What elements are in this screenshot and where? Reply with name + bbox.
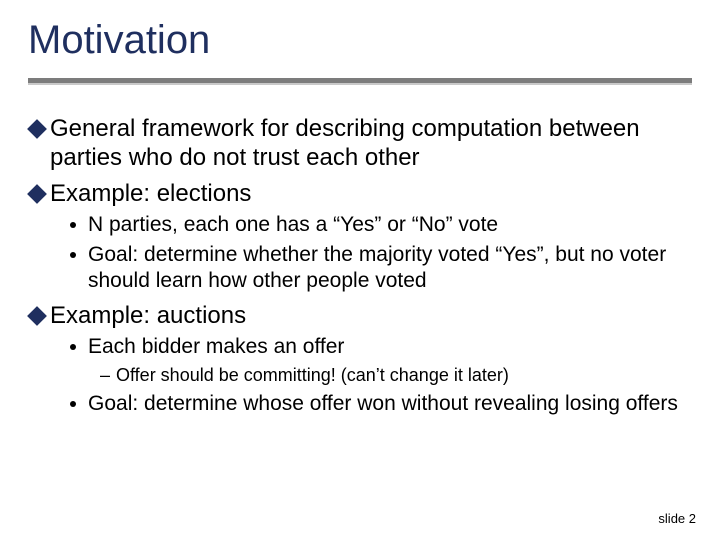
bullet-text: Each bidder makes an offer: [88, 334, 344, 360]
slide: Motivation General framework for describ…: [0, 0, 720, 540]
diamond-icon: [28, 185, 46, 203]
diamond-icon: [28, 120, 46, 138]
diamond-icon: [28, 307, 46, 325]
dash-icon: –: [100, 364, 110, 387]
bullet-text: Offer should be committing! (can’t chang…: [116, 364, 509, 387]
bullet-level1: Example: auctions: [28, 301, 692, 330]
slide-title: Motivation: [28, 18, 210, 63]
bullet-level2: N parties, each one has a “Yes” or “No” …: [70, 212, 692, 238]
bullet-text: Goal: determine whose offer won without …: [88, 391, 678, 417]
bullet-level2: Goal: determine whose offer won without …: [70, 391, 692, 417]
bullet-level2: Each bidder makes an offer: [70, 334, 692, 360]
bullet-level1: Example: elections: [28, 179, 692, 208]
bullet-text: Example: elections: [50, 179, 251, 208]
slide-number: slide 2: [658, 511, 696, 526]
bullet-text: N parties, each one has a “Yes” or “No” …: [88, 212, 498, 238]
dot-icon: [70, 344, 76, 350]
bullet-level1: General framework for describing computa…: [28, 114, 692, 173]
dot-icon: [70, 252, 76, 258]
dot-icon: [70, 401, 76, 407]
slide-body: General framework for describing computa…: [28, 108, 692, 419]
bullet-level3: – Offer should be committing! (can’t cha…: [100, 364, 692, 387]
bullet-text: Goal: determine whether the majority vot…: [88, 242, 692, 295]
dot-icon: [70, 222, 76, 228]
title-underline: [28, 78, 692, 83]
bullet-level2: Goal: determine whether the majority vot…: [70, 242, 692, 295]
bullet-text: Example: auctions: [50, 301, 246, 330]
bullet-text: General framework for describing computa…: [50, 114, 692, 173]
